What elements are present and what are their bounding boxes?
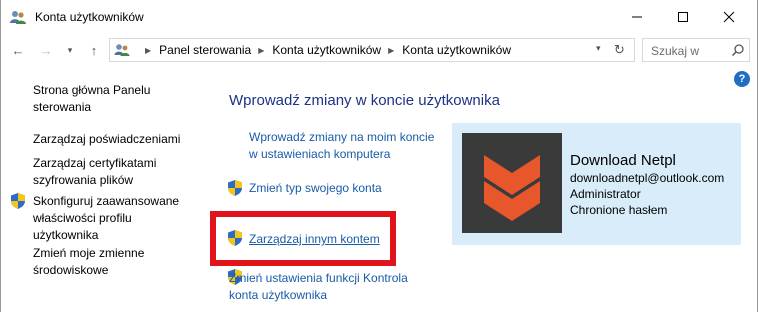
chevron-right-icon: ▶ xyxy=(145,45,152,55)
arrow-up-icon: ↑ xyxy=(90,42,98,58)
close-button[interactable] xyxy=(706,0,752,34)
search-input[interactable]: Szukaj w xyxy=(642,38,750,62)
search-placeholder: Szukaj w xyxy=(651,44,700,58)
chevron-right-icon: ▶ xyxy=(388,45,395,55)
user-name: Download Netpl xyxy=(570,152,676,169)
minimize-icon xyxy=(632,16,642,18)
avatar xyxy=(462,133,562,233)
address-bar[interactable]: ▶ Panel sterowania ▶ Konta użytkowników … xyxy=(109,38,635,62)
highlight-box xyxy=(210,211,396,266)
user-password-status: Chronione hasłem xyxy=(570,203,668,217)
breadcrumb-item[interactable]: Konta użytkowników xyxy=(272,43,381,57)
forward-button[interactable]: → xyxy=(37,41,55,59)
window: Konta użytkowników ← → ▾ ↑ ▶ Panel stero… xyxy=(0,0,758,312)
user-email: downloadnetpl@outlook.com xyxy=(570,171,725,185)
breadcrumb-item[interactable]: Panel sterowania xyxy=(159,43,251,57)
window-title: Konta użytkowników xyxy=(35,10,144,24)
arrow-right-icon: → xyxy=(39,42,53,58)
chevron-right-icon: ▶ xyxy=(258,45,265,55)
breadcrumb-item[interactable]: Konta użytkowników xyxy=(402,43,511,57)
arrow-left-icon: ← xyxy=(11,42,25,58)
task-change-account-type[interactable]: Zmień typ swojego konta xyxy=(249,180,382,197)
breadcrumb: ▶ Panel sterowania ▶ Konta użytkowników … xyxy=(138,43,511,57)
back-button[interactable]: ← xyxy=(9,41,27,59)
task-pc-settings-account[interactable]: Wprowadź zmiany na moim koncie w ustawie… xyxy=(249,129,444,163)
sidebar-item-control-panel-home[interactable]: Strona główna Panelu sterowania xyxy=(33,82,193,116)
page-title: Wprowadź zmiany w koncie użytkownika xyxy=(229,92,500,109)
sidebar-item-advanced-profile-properties[interactable]: Skonfiguruj zaawansowane właściwości pro… xyxy=(33,193,193,244)
chevron-down-icon: ▾ xyxy=(67,44,73,55)
uac-shield-icon xyxy=(228,180,242,196)
maximize-icon xyxy=(678,12,688,22)
refresh-button[interactable]: ↻ xyxy=(614,42,625,58)
maximize-button[interactable] xyxy=(660,0,706,34)
help-icon[interactable]: ? xyxy=(734,71,750,87)
address-dropdown-button[interactable]: ▾ xyxy=(596,43,601,54)
control-panel-icon xyxy=(114,44,130,56)
sidebar-item-environment-variables[interactable]: Zmień moje zmienne środowiskowe xyxy=(33,245,193,279)
sidebar-item-file-encryption-certificates[interactable]: Zarządzaj certyfikatami szyfrowania plik… xyxy=(33,155,193,189)
uac-shield-icon xyxy=(11,193,25,209)
user-role: Administrator xyxy=(570,187,641,201)
sidebar-item-manage-credentials[interactable]: Zarządzaj poświadczeniami xyxy=(33,131,193,148)
chevron-logo-icon xyxy=(484,155,540,221)
search-icon xyxy=(731,44,744,57)
minimize-button[interactable] xyxy=(614,0,660,34)
user-card: Download Netpl downloadnetpl@outlook.com… xyxy=(452,123,741,245)
recent-locations-button[interactable]: ▾ xyxy=(61,41,79,59)
task-uac-settings[interactable]: Zmień ustawienia funkcji Kontrola konta … xyxy=(229,270,429,304)
close-icon xyxy=(723,11,735,23)
up-button[interactable]: ↑ xyxy=(85,41,103,59)
navigation-bar: ← → ▾ ↑ ▶ Panel sterowania ▶ Konta użytk… xyxy=(1,34,757,66)
users-icon xyxy=(10,11,26,24)
title-bar: Konta użytkowników xyxy=(1,0,757,34)
